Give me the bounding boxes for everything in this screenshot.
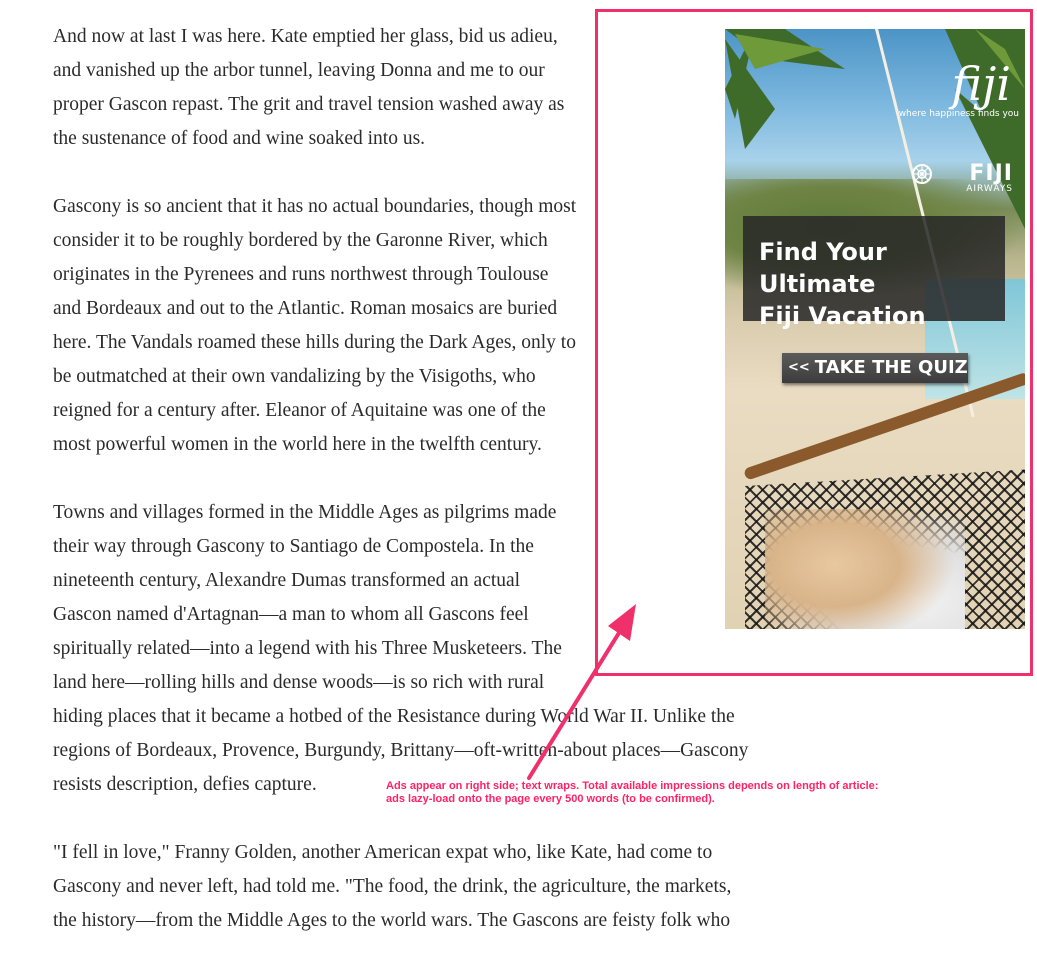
annotation-line: ads lazy-load onto the page every 500 wo…	[386, 793, 715, 805]
annotation-line: Ads appear on right side; text wraps. To…	[386, 780, 879, 792]
annotation-note: Ads appear on right side; text wraps. To…	[386, 780, 946, 806]
